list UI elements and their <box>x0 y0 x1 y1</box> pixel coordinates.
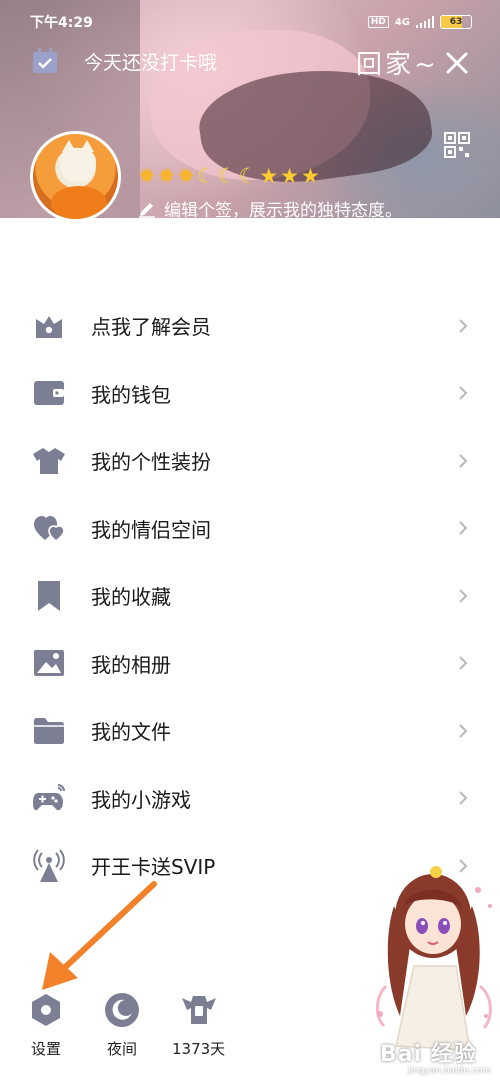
wallet-icon <box>32 376 66 410</box>
battery-level: 63 <box>449 17 463 27</box>
menu-item-label: 开王卡送SVIP <box>91 855 216 880</box>
antenna-icon <box>32 849 66 883</box>
level-sun-icon: ✹ <box>138 164 156 188</box>
crown-icon <box>32 309 66 343</box>
menu-item-label: 点我了解会员 <box>91 315 211 340</box>
close-icon[interactable] <box>442 48 472 78</box>
annotation-arrow <box>42 881 157 990</box>
level-moon-icon: ☾ <box>238 164 258 188</box>
chevron-right-icon <box>459 521 468 535</box>
usage-days-label: 1373天 <box>172 1040 226 1058</box>
menu-item-album[interactable]: 我的相册 <box>0 630 500 698</box>
usage-days-button[interactable]: 1373天 <box>172 990 225 1059</box>
gamepad-icon <box>32 781 66 815</box>
level-star-icon: ★ <box>280 164 299 188</box>
menu-item-vip[interactable]: 点我了解会员 <box>0 292 500 360</box>
qq-level-badges[interactable]: ✹ ✹ ✹ ☾ ☾ ☾ ★ ★ ★ <box>138 166 320 187</box>
chevron-right-icon <box>459 791 468 805</box>
chevron-right-icon <box>459 319 468 333</box>
menu-item-wallet[interactable]: 我的钱包 <box>0 360 500 428</box>
network-label: 4G <box>394 16 410 28</box>
status-indicators: HD 4G 63 <box>367 15 472 29</box>
menu-item-label: 我的个性装扮 <box>91 450 211 475</box>
menu-item-dressup[interactable]: 我的个性装扮 <box>0 427 500 495</box>
level-sun-icon: ✹ <box>157 164 176 188</box>
badge-icon <box>179 990 219 1030</box>
baidu-watermark-url: jingyan.baidu.com <box>408 1066 492 1076</box>
menu-item-label: 我的小游戏 <box>91 787 191 812</box>
pencil-icon <box>139 202 155 218</box>
avatar-pumpkin <box>51 186 107 219</box>
chevron-right-icon <box>459 454 468 468</box>
status-time: 下午4:29 <box>30 15 93 31</box>
level-moon-icon: ☾ <box>217 164 237 188</box>
drawer-menu: 点我了解会员 我的钱包 我的个性装扮 我的情侣空间 我的收藏 我的相册 我的文件… <box>0 292 500 900</box>
menu-item-label: 我的相册 <box>91 652 171 677</box>
battery-icon: 63 <box>440 15 472 29</box>
qr-code-icon[interactable] <box>444 132 470 158</box>
level-moon-icon: ☾ <box>196 164 216 188</box>
menu-item-label: 我的钱包 <box>91 382 171 407</box>
shirt-icon <box>32 444 66 478</box>
menu-item-label: 我的情侣空间 <box>91 517 211 542</box>
hd-badge: HD <box>367 16 389 28</box>
menu-item-files[interactable]: 我的文件 <box>0 697 500 765</box>
chevron-right-icon <box>459 386 468 400</box>
avatar-cat <box>60 140 96 182</box>
level-star-icon: ★ <box>259 164 279 188</box>
settings-label: 设置 <box>30 1040 61 1058</box>
folder-icon <box>32 714 66 748</box>
menu-item-couple-space[interactable]: 我的情侣空间 <box>0 495 500 563</box>
level-star-icon: ★ <box>300 164 320 188</box>
avatar[interactable] <box>30 131 121 222</box>
chevron-right-icon <box>459 589 468 603</box>
hearts-icon <box>32 511 66 545</box>
baidu-watermark: Bai 经验 <box>380 1042 477 1067</box>
photo-icon <box>32 646 66 680</box>
chevron-right-icon <box>459 724 468 738</box>
banner-handwriting: 回家~ <box>356 50 439 80</box>
menu-item-mini-games[interactable]: 我的小游戏 <box>0 765 500 833</box>
settings-button[interactable]: 设置 <box>26 990 66 1059</box>
signature-text: 编辑个签，展示我的独特态度。 <box>164 201 402 218</box>
signal-icon <box>416 16 434 28</box>
drawer-footer: 设置 夜间 1373天 <box>0 990 360 1070</box>
signature-editor[interactable]: 编辑个签，展示我的独特态度。 <box>138 196 402 218</box>
night-label: 夜间 <box>106 1040 137 1058</box>
checkin-reminder[interactable]: 今天还没打卡哦 <box>30 46 217 76</box>
checkin-text: 今天还没打卡哦 <box>84 51 218 74</box>
menu-item-label: 我的收藏 <box>91 585 171 610</box>
fairy-character-illustration <box>376 866 492 1051</box>
night-mode-button[interactable]: 夜间 <box>102 990 142 1059</box>
calendar-check-icon <box>33 48 57 73</box>
menu-item-favorites[interactable]: 我的收藏 <box>0 562 500 630</box>
level-sun-icon: ✹ <box>177 164 195 188</box>
status-bar: 下午4:29 HD 4G 63 <box>0 0 500 44</box>
bookmark-icon <box>32 579 66 613</box>
chevron-right-icon <box>459 656 468 670</box>
menu-item-label: 我的文件 <box>91 720 171 745</box>
